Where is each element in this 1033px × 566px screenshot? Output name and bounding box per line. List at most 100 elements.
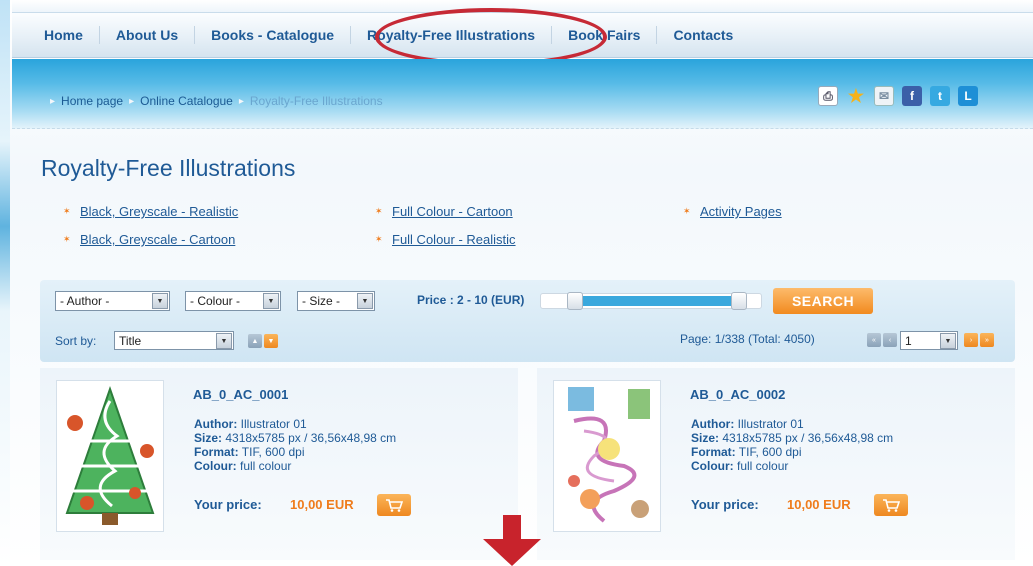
price-slider[interactable] bbox=[540, 292, 762, 310]
breadcrumb-online-catalogue[interactable]: Online Catalogue bbox=[140, 94, 233, 108]
product-size-row: Size: 4318x5785 px / 36,56x48,98 cm bbox=[194, 431, 396, 445]
breadcrumb-chevron-icon: ▸ bbox=[129, 95, 135, 107]
pagination-info: Page: 1/338 (Total: 4050) bbox=[680, 332, 815, 346]
nav-contacts[interactable]: Contacts bbox=[657, 26, 749, 44]
cart-icon bbox=[386, 499, 403, 512]
dropdown-arrow-icon[interactable]: ▼ bbox=[357, 293, 373, 309]
author-select-value: - Author - bbox=[60, 294, 110, 308]
product-size: 4318x5785 px / 36,56x48,98 cm bbox=[722, 431, 894, 445]
breadcrumb-chevron-icon: ▸ bbox=[50, 95, 56, 107]
product-details: Author: Illustrator 01 Size: 4318x5785 p… bbox=[194, 417, 396, 473]
previous-page-icon[interactable]: ‹ bbox=[883, 333, 897, 347]
product-author-label: Author: bbox=[194, 417, 238, 431]
category-link-bw-realistic[interactable]: Black, Greyscale - Realistic bbox=[63, 204, 238, 219]
product-colour-label: Colour: bbox=[691, 459, 734, 473]
product-size-label: Size: bbox=[194, 431, 223, 445]
product-format: TIF, 600 dpi bbox=[241, 445, 305, 459]
product-card: AB_0_AC_0001 Author: Illustrator 01 Size… bbox=[40, 368, 518, 560]
price-slider-fill bbox=[581, 296, 731, 306]
sort-select-value: Title bbox=[119, 333, 142, 348]
product-details: Author: Illustrator 01 Size: 4318x5785 p… bbox=[691, 417, 893, 473]
product-colour: full colour bbox=[240, 459, 292, 473]
product-author-row: Author: Illustrator 01 bbox=[194, 417, 396, 431]
share-toolbar: ⎙ ★ ✉ f t L bbox=[818, 85, 978, 107]
product-price-label: Your price: bbox=[194, 497, 262, 512]
divider bbox=[12, 128, 1033, 129]
search-button[interactable]: SEARCH bbox=[773, 288, 873, 314]
product-format-label: Format: bbox=[194, 445, 239, 459]
nav-royalty-free-illustrations[interactable]: Royalty-Free Illustrations bbox=[351, 26, 553, 44]
price-slider-max-handle[interactable] bbox=[731, 292, 747, 310]
product-size: 4318x5785 px / 36,56x48,98 cm bbox=[225, 431, 397, 445]
sort-ascending-icon[interactable]: ▲ bbox=[248, 334, 262, 348]
product-size-label: Size: bbox=[691, 431, 720, 445]
product-author: Illustrator 01 bbox=[737, 417, 804, 431]
dropdown-arrow-icon[interactable]: ▼ bbox=[263, 293, 279, 309]
product-format: TIF, 600 dpi bbox=[738, 445, 802, 459]
nav-about-us[interactable]: About Us bbox=[100, 26, 196, 44]
product-colour-row: Colour: full colour bbox=[194, 459, 396, 473]
down-arrow-icon bbox=[483, 515, 541, 566]
product-price: 10,00 EUR bbox=[290, 497, 354, 512]
first-page-icon[interactable]: « bbox=[867, 333, 881, 347]
mail-icon[interactable]: ✉ bbox=[874, 86, 894, 106]
product-format-label: Format: bbox=[691, 445, 736, 459]
breadcrumb-home-page[interactable]: Home page bbox=[61, 94, 123, 108]
product-author-row: Author: Illustrator 01 bbox=[691, 417, 893, 431]
breadcrumb-current: Royalty-Free Illustrations bbox=[249, 94, 383, 108]
sort-by-label: Sort by: bbox=[55, 334, 97, 348]
main-nav: Home About Us Books - Catalogue Royalty-… bbox=[12, 12, 1033, 58]
product-code[interactable]: AB_0_AC_0001 bbox=[193, 387, 288, 402]
product-code[interactable]: AB_0_AC_0002 bbox=[690, 387, 785, 402]
nav-home[interactable]: Home bbox=[32, 26, 100, 44]
product-colour: full colour bbox=[737, 459, 789, 473]
price-slider-min-handle[interactable] bbox=[567, 292, 583, 310]
product-thumbnail-christmas-tree[interactable] bbox=[56, 380, 164, 532]
size-select[interactable]: - Size - ▼ bbox=[297, 291, 375, 311]
category-link-colour-realistic[interactable]: Full Colour - Realistic bbox=[375, 232, 515, 247]
colour-select[interactable]: - Colour - ▼ bbox=[185, 291, 281, 311]
dropdown-arrow-icon[interactable]: ▼ bbox=[940, 333, 956, 349]
breadcrumb: ▸ Home page ▸ Online Catalogue ▸ Royalty… bbox=[50, 93, 383, 109]
product-author: Illustrator 01 bbox=[240, 417, 307, 431]
category-link-activity-pages[interactable]: Activity Pages bbox=[683, 204, 782, 219]
nav-books-catalogue[interactable]: Books - Catalogue bbox=[195, 26, 352, 44]
page-select[interactable]: 1 ▼ bbox=[900, 331, 958, 350]
page-title: Royalty-Free Illustrations bbox=[41, 155, 296, 181]
product-format-row: Format: TIF, 600 dpi bbox=[691, 445, 893, 459]
product-size-row: Size: 4318x5785 px / 36,56x48,98 cm bbox=[691, 431, 893, 445]
linkedin-icon[interactable]: L bbox=[958, 86, 978, 106]
sort-descending-icon[interactable]: ▼ bbox=[264, 334, 278, 348]
star-icon[interactable]: ★ bbox=[846, 86, 866, 106]
page-select-value: 1 bbox=[905, 333, 912, 348]
size-select-value: - Size - bbox=[302, 294, 341, 308]
breadcrumb-chevron-icon: ▸ bbox=[238, 95, 244, 107]
colour-select-value: - Colour - bbox=[190, 294, 241, 308]
author-select[interactable]: - Author - ▼ bbox=[55, 291, 170, 311]
product-price-label: Your price: bbox=[691, 497, 759, 512]
product-colour-row: Colour: full colour bbox=[691, 459, 893, 473]
dropdown-arrow-icon[interactable]: ▼ bbox=[216, 333, 232, 349]
product-author-label: Author: bbox=[691, 417, 735, 431]
product-format-row: Format: TIF, 600 dpi bbox=[194, 445, 396, 459]
cart-icon bbox=[883, 499, 900, 512]
add-to-cart-button[interactable] bbox=[377, 494, 411, 516]
product-price: 10,00 EUR bbox=[787, 497, 851, 512]
nav-top-strip bbox=[12, 0, 1033, 12]
print-icon[interactable]: ⎙ bbox=[818, 86, 838, 106]
left-edge-decoration bbox=[0, 0, 10, 566]
dropdown-arrow-icon[interactable]: ▼ bbox=[152, 293, 168, 309]
category-link-colour-cartoon[interactable]: Full Colour - Cartoon bbox=[375, 204, 513, 219]
next-page-icon[interactable]: › bbox=[964, 333, 978, 347]
twitter-icon[interactable]: t bbox=[930, 86, 950, 106]
product-thumbnail-maze[interactable] bbox=[553, 380, 661, 532]
sort-select[interactable]: Title ▼ bbox=[114, 331, 234, 350]
price-range-label: Price : 2 - 10 (EUR) bbox=[417, 293, 525, 307]
nav-book-fairs[interactable]: Book Fairs bbox=[552, 26, 658, 44]
product-card: AB_0_AC_0002 Author: Illustrator 01 Size… bbox=[537, 368, 1015, 560]
category-link-bw-cartoon[interactable]: Black, Greyscale - Cartoon bbox=[63, 232, 235, 247]
facebook-icon[interactable]: f bbox=[902, 86, 922, 106]
last-page-icon[interactable]: » bbox=[980, 333, 994, 347]
product-colour-label: Colour: bbox=[194, 459, 237, 473]
add-to-cart-button[interactable] bbox=[874, 494, 908, 516]
